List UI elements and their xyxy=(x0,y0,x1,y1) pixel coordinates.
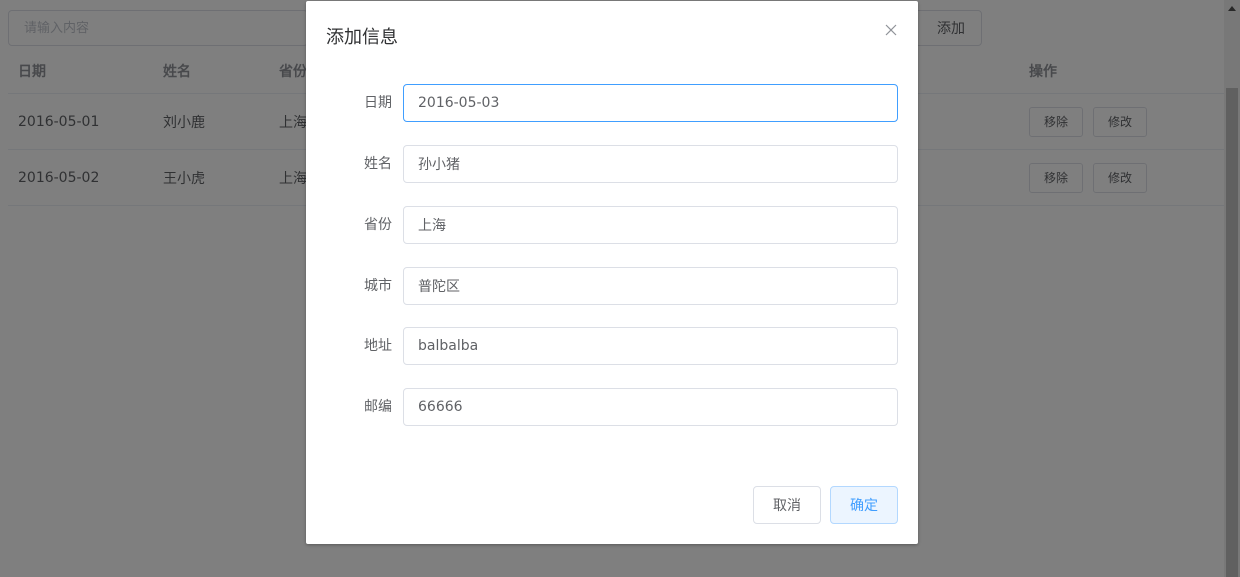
province-label: 省份 xyxy=(364,217,392,233)
confirm-button[interactable]: 确定 xyxy=(830,486,898,524)
add-info-dialog: 添加信息 日期 姓名 省份 城市 地址 邮编 取消 确定 xyxy=(306,1,918,544)
form-row-city: 城市 xyxy=(306,267,918,305)
province-field[interactable] xyxy=(403,206,898,244)
city-label: 城市 xyxy=(364,278,392,294)
date-label: 日期 xyxy=(364,95,392,111)
form-row-date: 日期 xyxy=(306,84,918,122)
city-field[interactable] xyxy=(403,267,898,305)
form-row-address: 地址 xyxy=(306,327,918,365)
address-field[interactable] xyxy=(403,327,898,365)
dialog-title: 添加信息 xyxy=(326,27,398,48)
name-field[interactable] xyxy=(403,145,898,183)
date-field[interactable] xyxy=(403,84,898,122)
form-row-zip: 邮编 xyxy=(306,388,918,426)
zip-field[interactable] xyxy=(403,388,898,426)
zip-label: 邮编 xyxy=(364,399,392,415)
cancel-button[interactable]: 取消 xyxy=(753,486,821,524)
address-label: 地址 xyxy=(364,338,392,354)
name-label: 姓名 xyxy=(364,156,392,172)
form-row-province: 省份 xyxy=(306,206,918,244)
close-icon[interactable] xyxy=(880,19,902,41)
form-row-name: 姓名 xyxy=(306,145,918,183)
